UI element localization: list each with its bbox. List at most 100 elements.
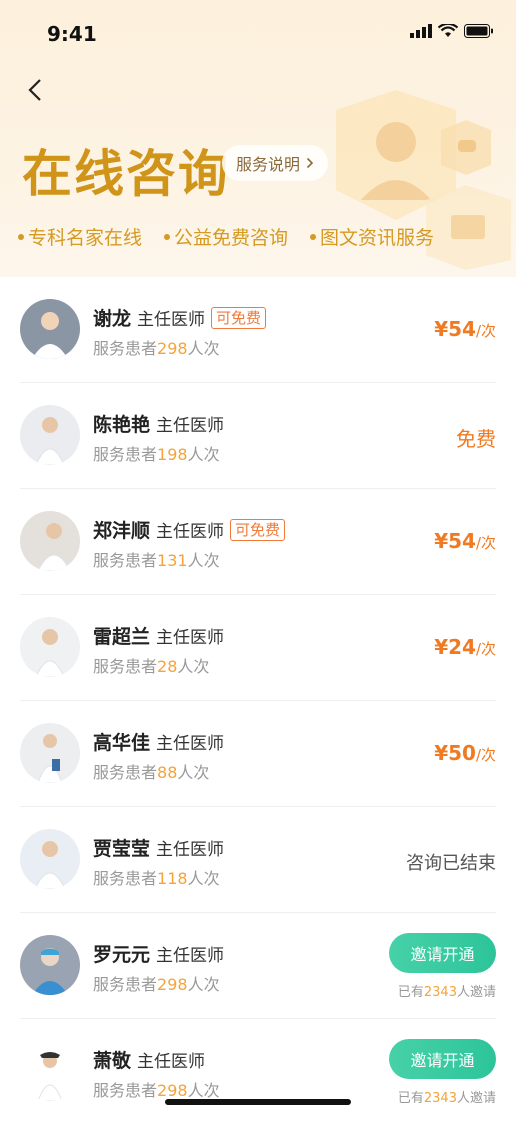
feature-label: 专科名家在线 (28, 227, 143, 249)
signal-icon (410, 24, 432, 38)
bullet-icon (310, 233, 317, 240)
served-suffix: 人次 (187, 445, 220, 464)
served-number: 298 (157, 1081, 188, 1100)
bullet-icon (18, 233, 24, 240)
doctor-name-line: 萧敬 主任医师 (93, 1046, 205, 1073)
doctor-row[interactable]: 罗元元 主任医师 服务患者298人次 邀请开通 已有2343人邀请 (20, 913, 496, 1019)
doctor-rank: 主任医师 (156, 522, 225, 542)
free-badge: 可免费 (211, 306, 267, 329)
invite-count: 已有2343人邀请 (398, 1087, 496, 1106)
doctor-icon (37, 734, 63, 783)
status-icons (410, 24, 494, 38)
served-prefix: 服务患者 (93, 339, 158, 358)
invite-button[interactable]: 邀请开通 (389, 1039, 496, 1079)
price-unit: /次 (475, 640, 496, 658)
doctor-icon (37, 523, 71, 571)
served-count: 服务患者198人次 (93, 441, 220, 465)
consult-price[interactable]: ¥50/次 (434, 741, 496, 765)
status-time: 9:41 (47, 22, 97, 46)
consult-price[interactable]: ¥24/次 (434, 635, 496, 659)
service-info-label: 服务说明 (236, 155, 301, 174)
served-prefix: 服务患者 (93, 551, 158, 570)
feature-list: 专科名家在线 公益免费咨询 图文资讯服务 (18, 223, 434, 250)
doctor-rank: 主任医师 (156, 840, 225, 860)
served-number: 88 (157, 763, 178, 782)
invite-suffix: 人邀请 (456, 1091, 496, 1106)
doctor-row[interactable]: 陈艳艳 主任医师 服务患者198人次 免费 (20, 383, 496, 489)
price-unit: /次 (475, 746, 496, 764)
page-title: 在线咨询 (22, 145, 230, 203)
served-suffix: 人次 (187, 339, 220, 358)
invite-prefix: 已有 (397, 1091, 424, 1106)
doctor-row[interactable]: 萧敬 主任医师 服务患者298人次 邀请开通 已有2343人邀请 (20, 1019, 496, 1125)
served-number: 131 (157, 551, 188, 570)
served-number: 198 (157, 445, 188, 464)
header-banner: 9:41 在线咨询 服务说明 专科名家在线 公益免费咨询 图文资讯服务 (0, 0, 516, 277)
served-suffix: 人次 (177, 657, 210, 676)
doctor-row[interactable]: 谢龙 主任医师 可免费 服务患者298人次 ¥54/次 (20, 277, 496, 383)
invite-number: 2343 (423, 1091, 457, 1106)
doctor-row[interactable]: 雷超兰 主任医师 服务患者28人次 ¥24/次 (20, 595, 496, 701)
chevron-right-icon (306, 157, 314, 169)
served-count: 服务患者118人次 (93, 865, 220, 889)
doctor-icon (32, 312, 68, 359)
doctor-row[interactable]: 贾莹莹 主任医师 服务患者118人次 咨询已结束 (20, 807, 496, 913)
invite-suffix: 人邀请 (456, 985, 496, 1000)
price-value: ¥24 (434, 635, 476, 659)
served-count: 服务患者88人次 (93, 759, 209, 783)
doctor-avatar (20, 829, 80, 889)
served-prefix: 服务患者 (93, 1081, 158, 1100)
doctor-icon (32, 948, 68, 995)
doctor-list: 谢龙 主任医师 可免费 服务患者298人次 ¥54/次 陈艳艳 主任医师 服务患… (0, 277, 516, 1125)
served-suffix: 人次 (187, 869, 220, 888)
served-count: 服务患者28人次 (93, 653, 209, 677)
price-value: ¥54 (434, 317, 476, 341)
doctor-rank: 主任医师 (137, 1052, 206, 1072)
served-number: 28 (157, 657, 178, 676)
service-info-button[interactable]: 服务说明 (222, 145, 329, 181)
invite-prefix: 已有 (397, 985, 424, 1000)
served-suffix: 人次 (187, 1081, 220, 1100)
doctor-icon (35, 417, 65, 465)
price-unit: /次 (475, 534, 496, 552)
served-prefix: 服务患者 (93, 445, 158, 464)
invite-button[interactable]: 邀请开通 (389, 933, 496, 973)
status-bar: 9:41 (0, 0, 516, 60)
doctor-avatar (20, 405, 80, 465)
doctor-avatar (20, 617, 80, 677)
doctor-rank: 主任医师 (156, 416, 225, 436)
doctor-name: 谢龙 (93, 308, 132, 330)
doctor-row[interactable]: 郑沣顺 主任医师 可免费 服务患者131人次 ¥54/次 (20, 489, 496, 595)
served-prefix: 服务患者 (93, 975, 158, 994)
consult-price[interactable]: ¥54/次 (434, 317, 496, 341)
doctor-name-line: 雷超兰 主任医师 (93, 622, 224, 649)
doctor-icon (37, 1052, 63, 1101)
consult-price[interactable]: ¥54/次 (434, 529, 496, 553)
served-count: 服务患者298人次 (93, 335, 220, 359)
doctor-name: 郑沣顺 (93, 520, 151, 542)
doctor-name: 罗元元 (93, 944, 151, 966)
price-unit: /次 (475, 322, 496, 340)
free-badge: 可免费 (230, 518, 286, 541)
feature-label: 图文资讯服务 (320, 227, 435, 249)
served-number: 298 (157, 339, 188, 358)
doctor-avatar (20, 1041, 80, 1101)
free-status[interactable]: 免费 (456, 423, 496, 452)
served-suffix: 人次 (187, 551, 220, 570)
consult-ended-status: 咨询已结束 (406, 853, 496, 874)
doctor-name: 雷超兰 (93, 626, 151, 648)
doctor-name-line: 罗元元 主任医师 (93, 940, 224, 967)
served-suffix: 人次 (177, 763, 210, 782)
doctor-icon (34, 841, 66, 889)
battery-icon (464, 24, 493, 38)
doctor-name-line: 郑沣顺 主任医师 可免费 (93, 516, 286, 543)
doctor-name-line: 陈艳艳 主任医师 (93, 410, 224, 437)
back-icon[interactable] (22, 76, 50, 104)
served-number: 118 (157, 869, 188, 888)
doctor-rank: 主任医师 (137, 310, 206, 330)
doctor-row[interactable]: 高华佳 主任医师 服务患者88人次 ¥50/次 (20, 701, 496, 807)
home-indicator[interactable] (165, 1099, 351, 1105)
served-prefix: 服务患者 (93, 657, 158, 676)
served-prefix: 服务患者 (93, 763, 158, 782)
doctor-rank: 主任医师 (156, 946, 225, 966)
